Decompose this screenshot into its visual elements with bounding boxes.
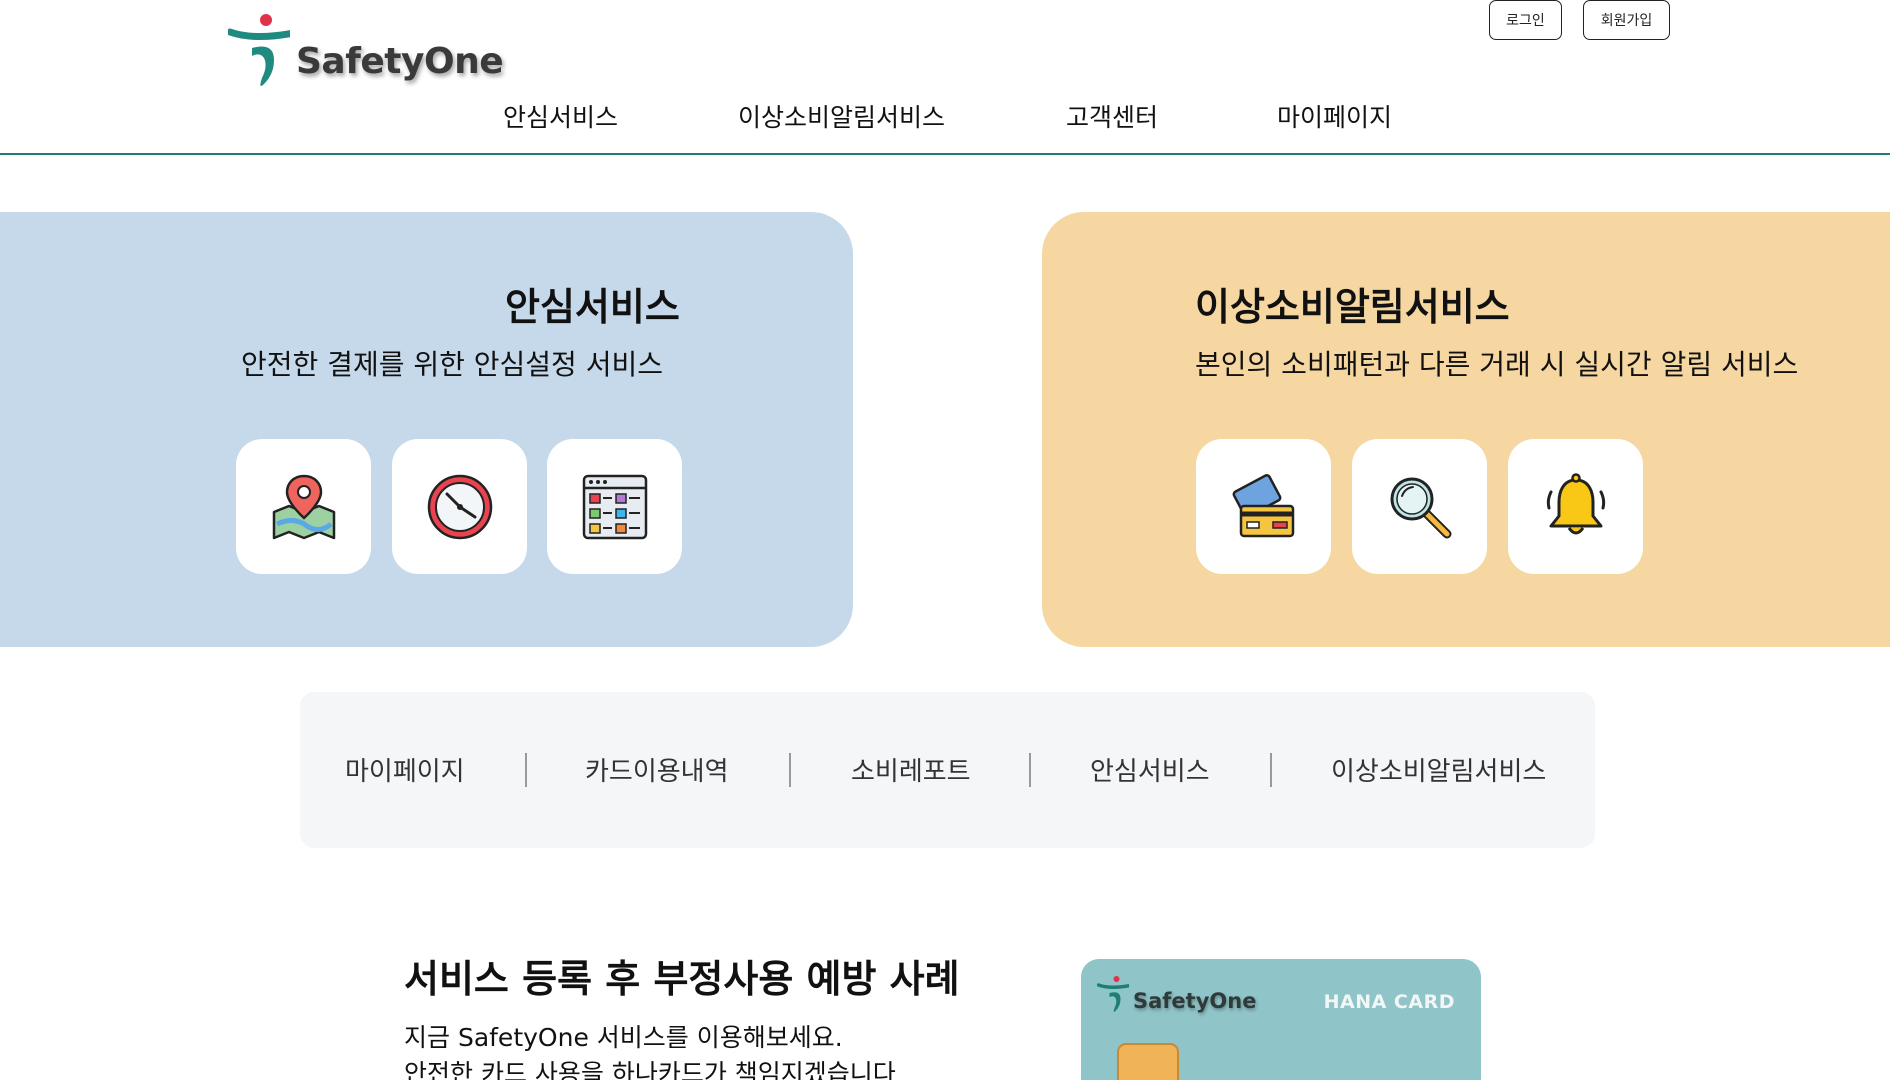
alert-service-subtitle: 본인의 소비패턴과 다른 거래 시 실시간 알림 서비스 [1195, 348, 1799, 381]
nav-mypage[interactable]: 마이페이지 [1277, 98, 1392, 134]
bell-icon [1546, 472, 1605, 534]
time-setting-card[interactable] [392, 439, 527, 574]
card-brand-name: SafetyOne [1133, 989, 1257, 1013]
quick-menu-divider [1029, 753, 1031, 787]
fraud-case-desc-line2: 안전한 카드 사용을 하나카드가 책임지겠습니다 [404, 1059, 896, 1080]
quick-menu-safe-service[interactable]: 안심서비스 [1090, 751, 1210, 788]
clock-icon [427, 474, 492, 539]
pattern-analysis-card[interactable] [1352, 439, 1487, 574]
logo-mark-icon [228, 14, 290, 86]
fraud-case-desc-line1: 지금 SafetyOne 서비스를 이용해보세요. [404, 1023, 843, 1052]
fraud-case-title: 서비스 등록 후 부정사용 예방 사례 [404, 957, 960, 1001]
magnifier-icon [1390, 477, 1451, 538]
map-location-icon [272, 474, 335, 539]
site-header: SafetyOne 로그인 회원가입 안심서비스 이상소비알림서비스 고객센터 … [0, 0, 1890, 155]
location-setting-card[interactable] [236, 439, 371, 574]
safe-service-panel[interactable]: 안심서비스 안전한 결제를 위한 안심설정 서비스 [0, 212, 853, 647]
card-issuer: HANA CARD [1323, 991, 1455, 1013]
quick-menu-spending-report[interactable]: 소비레포트 [851, 751, 971, 788]
nav-customer-center[interactable]: 고객센터 [1066, 98, 1158, 134]
card-chip-icon [1117, 1043, 1179, 1080]
alert-service-title: 이상소비알림서비스 [1195, 285, 1510, 329]
nav-alert-service[interactable]: 이상소비알림서비스 [738, 98, 945, 134]
brand-name: SafetyOne [296, 41, 504, 82]
quick-menu-divider [525, 753, 527, 787]
checklist-icon [582, 474, 647, 539]
credit-card-icon [1232, 473, 1294, 537]
card-logo: SafetyOne [1097, 975, 1256, 1013]
safe-service-title: 안심서비스 [505, 285, 680, 329]
logo-mark-icon [1097, 976, 1129, 1012]
quick-menu-card-history[interactable]: 카드이용내역 [585, 751, 729, 788]
alert-service-panel[interactable]: 이상소비알림서비스 본인의 소비패턴과 다른 거래 시 실시간 알림 서비스 [1042, 212, 1890, 647]
nav-safe-service[interactable]: 안심서비스 [503, 98, 618, 134]
hana-card-image: SafetyOne HANA CARD [1081, 959, 1481, 1080]
main-navigation: 안심서비스 이상소비알림서비스 고객센터 마이페이지 [0, 98, 1890, 138]
login-button[interactable]: 로그인 [1489, 0, 1562, 40]
quick-menu-divider [789, 753, 791, 787]
merchant-setting-card[interactable] [547, 439, 682, 574]
brand-logo[interactable]: SafetyOne [228, 12, 504, 88]
quick-menu: 마이페이지 카드이용내역 소비레포트 안심서비스 이상소비알림서비스 [300, 692, 1595, 848]
payment-alert-card[interactable] [1196, 439, 1331, 574]
realtime-alert-card[interactable] [1508, 439, 1643, 574]
quick-menu-mypage[interactable]: 마이페이지 [345, 751, 465, 788]
safe-service-subtitle: 안전한 결제를 위한 안심설정 서비스 [241, 348, 664, 381]
signup-button[interactable]: 회원가입 [1583, 0, 1670, 40]
quick-menu-divider [1270, 753, 1272, 787]
quick-menu-alert-service[interactable]: 이상소비알림서비스 [1331, 751, 1546, 788]
